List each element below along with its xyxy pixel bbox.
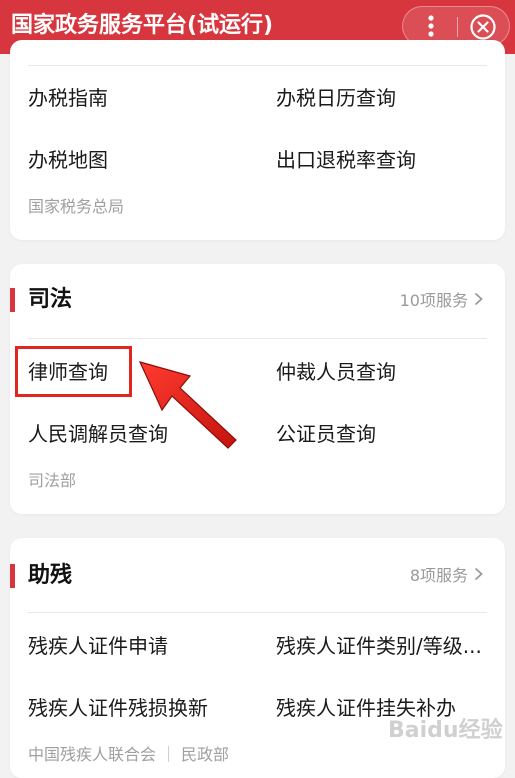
card-divider [28, 612, 487, 613]
close-button[interactable] [469, 13, 497, 41]
capsule-divider [457, 17, 458, 37]
close-circle-icon [470, 14, 496, 40]
service-item-notary-query[interactable]: 公证员查询 [276, 420, 376, 448]
annotation-arrow-icon [138, 361, 237, 449]
service-item-tax-calendar[interactable]: 办税日历查询 [276, 84, 396, 112]
watermark: Baidu经验 [388, 718, 503, 743]
chevron-right-icon [474, 290, 483, 312]
service-item-export-rebate-rate[interactable]: 出口退税率查询 [276, 146, 416, 174]
provider-labels: 中国残疾人联合会 民政部 [28, 744, 229, 766]
page-title: 国家政务服务平台(试运行) [11, 13, 274, 38]
service-count-link[interactable]: 8项服务 [410, 565, 483, 587]
service-item-disability-category-grade[interactable]: 残疾人证件类别/等级... [276, 632, 482, 660]
provider-label: 中国残疾人联合会 [28, 745, 157, 764]
chevron-right-icon [474, 565, 483, 587]
card-divider [28, 65, 487, 66]
tax-service-card: 办税指南 办税日历查询 办税地图 出口退税率查询 国家税务总局 [10, 40, 505, 240]
section-marker [10, 564, 15, 588]
service-count: 10项服务 [399, 291, 468, 310]
provider-label: 民政部 [181, 745, 230, 764]
highlight-box [15, 346, 132, 397]
provider-label: 司法部 [28, 471, 77, 490]
section-title: 助残 [28, 563, 73, 588]
service-count-link[interactable]: 10项服务 [400, 290, 483, 312]
service-item-disability-card-replace[interactable]: 残疾人证件残损换新 [28, 694, 208, 722]
service-item-tax-map[interactable]: 办税地图 [28, 146, 108, 174]
service-item-tax-guide[interactable]: 办税指南 [28, 84, 108, 112]
section-title: 司法 [28, 287, 73, 312]
service-item-disability-card-apply[interactable]: 残疾人证件申请 [28, 632, 168, 660]
provider-separator [168, 746, 170, 762]
provider-label: 国家税务总局 [28, 197, 125, 216]
card-divider [28, 338, 487, 339]
section-marker [10, 288, 15, 312]
service-count: 8项服务 [409, 566, 468, 585]
service-item-arbitrator-query[interactable]: 仲裁人员查询 [276, 358, 396, 386]
